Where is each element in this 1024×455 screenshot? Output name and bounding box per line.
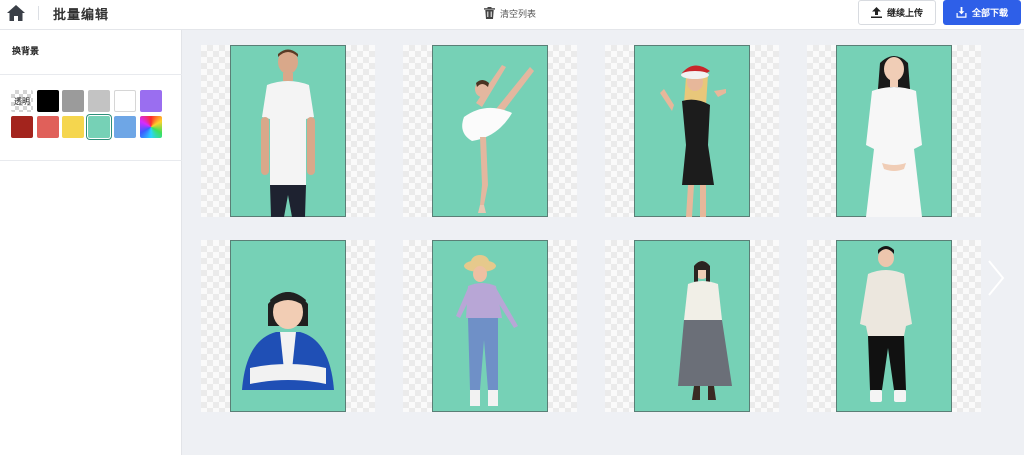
image-card-girl-braids-skirt[interactable] [605,240,779,412]
download-all-button[interactable]: 全部下载 [943,0,1021,25]
image-card-ballet-dancer[interactable] [403,45,577,217]
swatch-mint[interactable] [88,116,110,138]
upload-icon [870,7,882,18]
download-icon [956,7,967,18]
image-card-girl-blue-jacket[interactable] [201,240,375,412]
swatch-light-gray[interactable] [88,90,110,112]
swatch-purple[interactable] [140,90,162,112]
swatch-yellow[interactable] [62,116,84,138]
clear-list-label: 清空列表 [500,9,537,20]
chevron-right-icon[interactable] [986,258,1006,298]
sidebar-divider [0,160,182,161]
person-image [242,292,334,390]
swatch-black[interactable] [37,90,59,112]
person-image [860,246,912,402]
clear-list-button[interactable]: 清空列表 [484,5,536,21]
sidebar: 换背景 透明 [0,30,182,455]
swatch-transparent-label: 透明 [14,96,30,106]
home-icon[interactable] [6,4,26,22]
change-background-title: 换背景 [12,47,40,57]
swatch-gray[interactable] [62,90,84,112]
sidebar-divider [0,74,182,75]
image-card-singer-santa-hat[interactable] [605,45,779,217]
swatch-dark-red[interactable] [11,116,33,138]
chevron-left-icon[interactable] [18,258,38,298]
person-image [678,261,732,400]
image-card-woman-straw-hat[interactable] [403,240,577,412]
top-bar: 批量编辑 清空列表 继续上传 全部下载 [0,0,1024,30]
continue-upload-button[interactable]: 继续上传 [858,0,936,25]
person-image [456,255,518,406]
swatch-white[interactable] [114,90,136,112]
image-card-man-white-sweater[interactable] [807,240,981,412]
trash-icon [484,7,495,19]
person-image [462,65,534,213]
person-image [660,65,726,217]
person-image [866,56,922,217]
swatch-salmon[interactable] [37,116,59,138]
page-title: 批量编辑 [53,8,110,23]
swatch-light-blue[interactable] [114,116,136,138]
download-all-label: 全部下载 [971,9,1008,19]
header-divider [38,6,39,20]
swatch-custom-color[interactable] [140,116,162,138]
person-image [261,49,315,217]
continue-upload-label: 继续上传 [886,9,923,19]
swatch-transparent[interactable]: 透明 [11,90,33,112]
image-card-woman-white-dress[interactable] [807,45,981,217]
image-card-man-white-tshirt[interactable] [201,45,375,217]
